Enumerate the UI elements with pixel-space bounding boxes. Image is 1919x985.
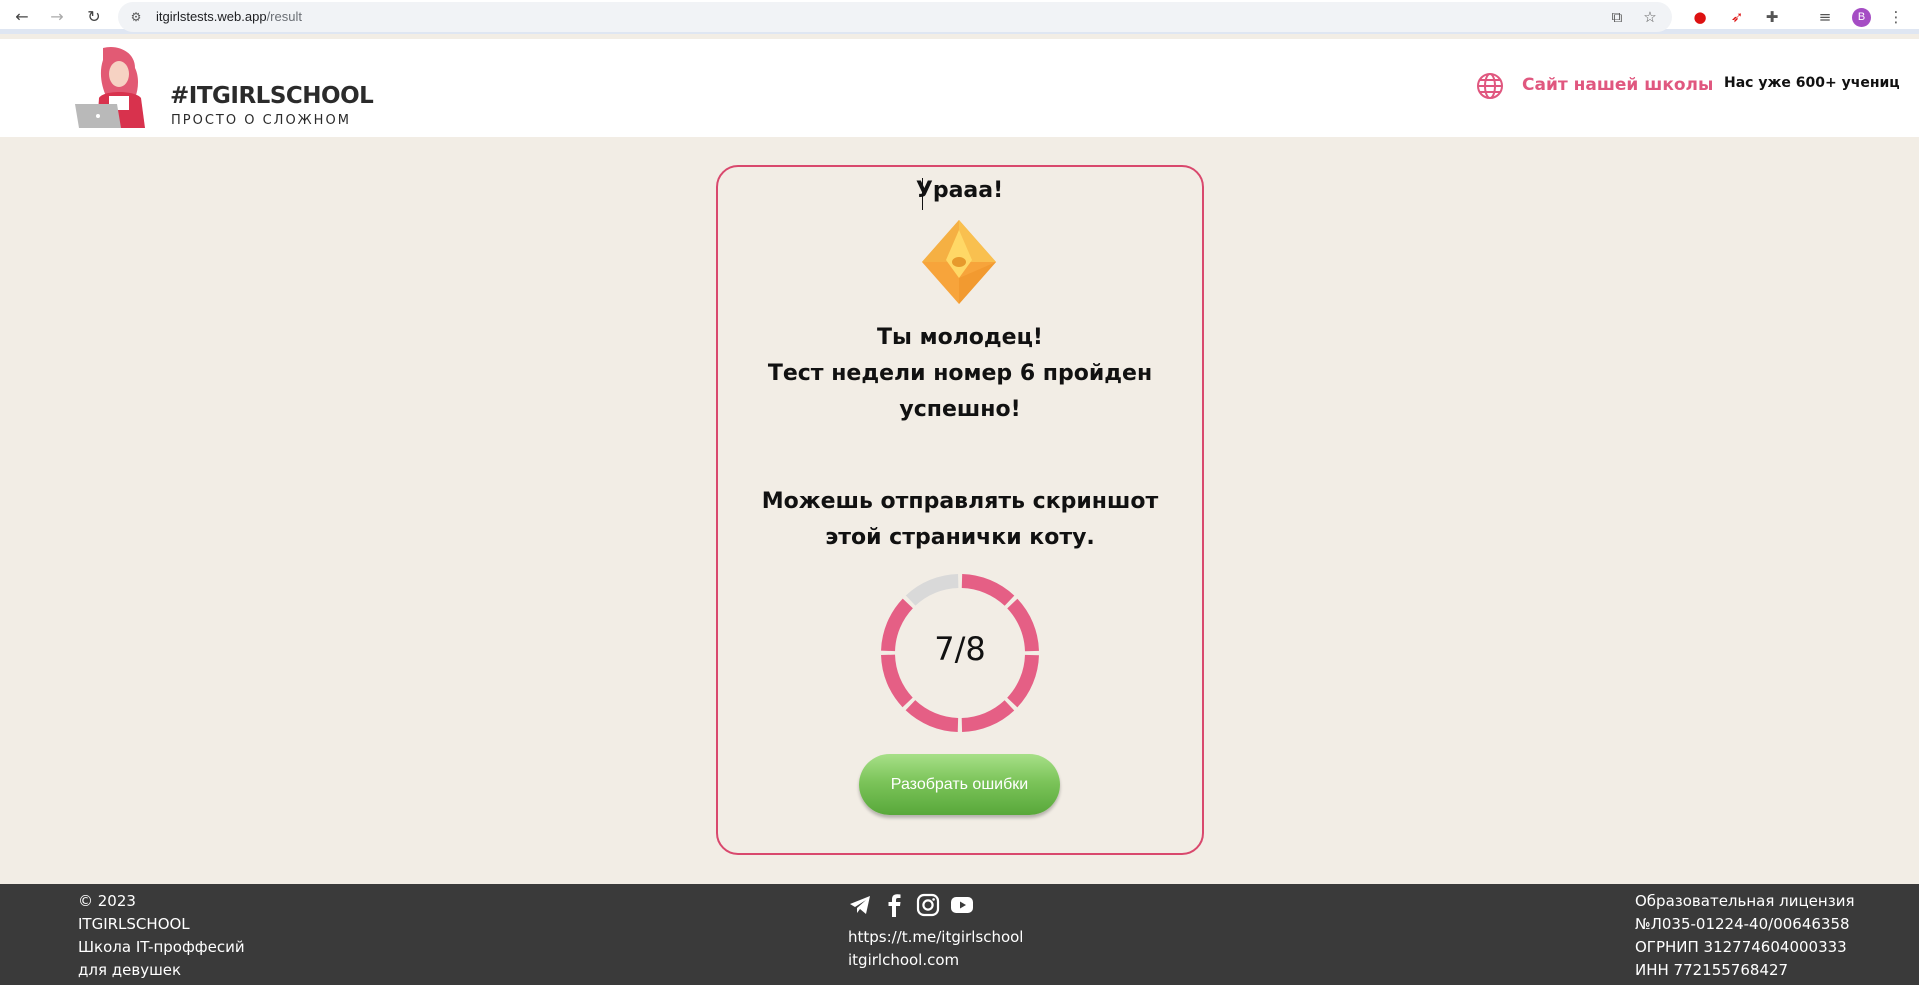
- browser-toolbar: ← → ↻ ⚙ itgirlstests.web.app/result ⧉ ☆ …: [0, 0, 1919, 34]
- facebook-icon[interactable]: [882, 893, 906, 917]
- copyright-text: © 2023: [78, 892, 136, 910]
- share-message: Можешь отправлять скриншот этой страничк…: [761, 489, 1159, 550]
- youtube-icon[interactable]: [950, 893, 974, 917]
- footer: © 2023 ITGIRLSCHOOL Школа IT-проффесий д…: [0, 884, 1919, 985]
- review-mistakes-button[interactable]: Разобрать ошибки: [859, 754, 1060, 815]
- instagram-icon[interactable]: [916, 893, 940, 917]
- site-link[interactable]: itgirlchool.com: [848, 949, 1023, 972]
- license-number: №Л035-01224-40/00646358: [1635, 915, 1850, 933]
- globe-icon[interactable]: [1476, 72, 1504, 100]
- telegram-link[interactable]: https://t.me/itgirlschool: [848, 926, 1023, 949]
- success-line-2: Тест недели номер 6 пройден успешно!: [767, 361, 1153, 422]
- footer-tagline-1: Школа IT-проффесий: [78, 938, 245, 956]
- url-text[interactable]: itgirlstests.web.app/result: [156, 9, 302, 24]
- inn-text: ИНН 772155768427: [1635, 961, 1789, 979]
- text-caret: [922, 178, 923, 210]
- logo-subtitle: ПРОСТО О СЛОЖНОМ: [171, 113, 351, 128]
- footer-tagline-2: для девушек: [78, 961, 182, 979]
- score-text: 7/8: [934, 630, 986, 668]
- footer-brand: ITGIRLSCHOOL: [78, 915, 190, 933]
- profile-avatar[interactable]: B: [1852, 8, 1871, 27]
- bookmark-star-icon[interactable]: ☆: [1640, 7, 1660, 27]
- site-info-icon[interactable]: ⚙: [128, 9, 144, 25]
- crystal-gem-icon: [922, 220, 996, 304]
- ogrnip-text: ОГРНИП 312774604000333: [1635, 938, 1847, 956]
- footer-links: https://t.me/itgirlschool itgirlchool.co…: [848, 926, 1023, 972]
- opera-extension-icon[interactable]: ●: [1690, 7, 1710, 27]
- logo-title[interactable]: #ITGIRLSCHOOL: [170, 83, 374, 109]
- footer-middle: https://t.me/itgirlschool itgirlchool.co…: [848, 890, 1023, 972]
- rocket-extension-icon[interactable]: ➶: [1727, 7, 1747, 27]
- footer-right: Образовательная лицензия №Л035-01224-40/…: [1635, 890, 1854, 982]
- menu-dots-icon[interactable]: ⋮: [1886, 7, 1906, 27]
- success-message: Ты молодец! Тест недели номер 6 пройден …: [760, 320, 1160, 428]
- telegram-icon[interactable]: [848, 893, 872, 917]
- logo-girl-icon[interactable]: [73, 46, 163, 128]
- reload-icon[interactable]: ↻: [82, 6, 106, 28]
- students-count: Нас уже 600+ учениц: [1724, 75, 1900, 91]
- forward-icon[interactable]: →: [45, 6, 69, 28]
- media-control-icon[interactable]: ≡: [1815, 7, 1835, 27]
- extensions-icon[interactable]: ✚: [1762, 7, 1782, 27]
- address-bar[interactable]: ⚙ itgirlstests.web.app/result: [118, 2, 1672, 32]
- success-line-1: Ты молодец!: [877, 325, 1043, 350]
- license-label: Образовательная лицензия: [1635, 892, 1855, 910]
- back-icon[interactable]: ←: [10, 6, 34, 28]
- footer-left: © 2023 ITGIRLSCHOOL Школа IT-проффесий д…: [78, 890, 245, 982]
- social-links: [848, 890, 1023, 920]
- translate-icon[interactable]: ⧉: [1607, 7, 1627, 27]
- school-site-link[interactable]: Сайт нашей школы: [1522, 75, 1713, 95]
- result-heading: Урааа!: [915, 178, 1004, 203]
